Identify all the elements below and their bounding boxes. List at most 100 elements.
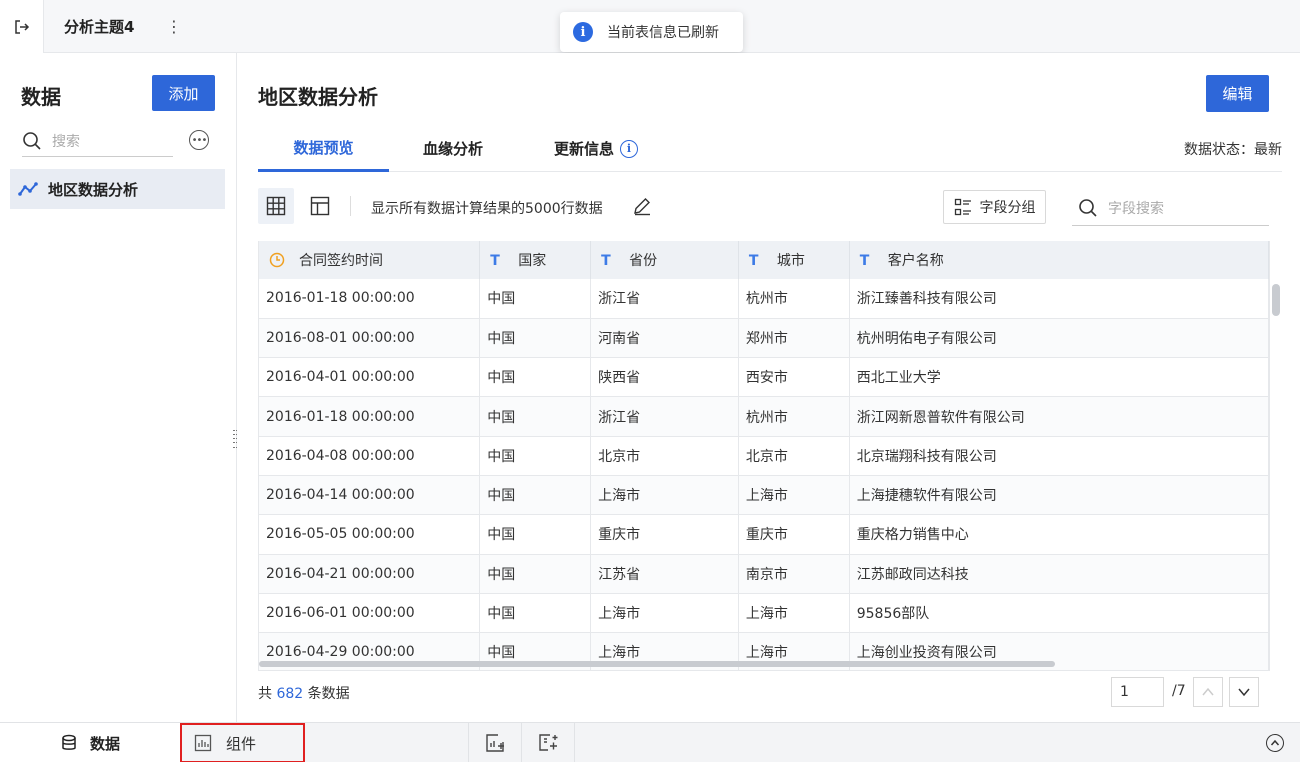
add-widget-button[interactable]: [522, 723, 574, 762]
field-group-button[interactable]: 字段分组: [943, 190, 1046, 224]
more-menu-button[interactable]: ⋮: [164, 14, 184, 38]
table-cell: 2016-08-01 00:00:00: [259, 318, 481, 359]
table-cell: 中国: [479, 593, 592, 634]
table-cell: 2016-04-21 00:00:00: [259, 554, 481, 594]
bottom-bar: 数据 组件: [0, 722, 1300, 762]
exit-icon: [14, 19, 29, 34]
text-type-icon: T: [748, 253, 759, 269]
top-bar: 分析主题4 ⋮ i 当前表信息已刷新: [0, 0, 1300, 53]
table-header-row: 合同签约时间 T 国家 T 省份 T 城市 T 客户名称: [259, 241, 1269, 279]
pencil-icon[interactable]: [632, 196, 652, 216]
sidebar-search-input[interactable]: 搜索: [22, 125, 173, 157]
column-label: 国家: [518, 253, 547, 269]
table-row: 2016-05-05 00:00:00 中国 重庆市 重庆市 重庆格力销售中心: [259, 514, 1269, 555]
table-cell: 中国: [479, 436, 592, 476]
table-cell: 浙江臻善科技有限公司: [849, 279, 1269, 319]
tab-data-preview[interactable]: 数据预览: [258, 125, 389, 172]
table-cell: 中国: [479, 514, 592, 555]
table-cell: 重庆格力销售中心: [849, 514, 1269, 555]
toast-message: 当前表信息已刷新: [607, 25, 719, 41]
data-table: 合同签约时间 T 国家 T 省份 T 城市 T 客户名称 2016-01-18 00:0…: [258, 241, 1270, 671]
bottom-tab-data[interactable]: 数据: [0, 723, 180, 762]
table-cell: 浙江网新恩普软件有限公司: [849, 396, 1269, 437]
column-header[interactable]: T 省份: [590, 241, 739, 279]
info-icon: i: [573, 22, 593, 42]
table-cell: 中国: [479, 396, 592, 437]
page-total: /7: [1172, 683, 1186, 699]
tab-lineage-analysis[interactable]: 血缘分析: [423, 125, 483, 172]
tab-bar: 数据预览 血缘分析 更新信息 i 数据状态：最新: [258, 125, 1282, 172]
add-chart-button[interactable]: [469, 723, 521, 762]
vertical-scrollbar[interactable]: [1272, 282, 1280, 671]
data-status: 数据状态：最新: [1184, 142, 1282, 158]
table-cell: 陕西省: [590, 357, 739, 398]
table-cell: 2016-04-14 00:00:00: [259, 475, 481, 516]
page-number-input[interactable]: 1: [1111, 677, 1164, 707]
column-header[interactable]: T 客户名称: [849, 241, 1269, 279]
table-row: 2016-01-18 00:00:00 中国 浙江省 杭州市 浙江网新恩普软件有限公司: [259, 396, 1269, 437]
grid-view-button[interactable]: [258, 188, 294, 224]
chevron-up-icon: [1270, 739, 1280, 746]
edit-button[interactable]: 编辑: [1206, 75, 1269, 112]
sidebar-item-label: 地区数据分析: [48, 180, 139, 199]
table-cell: 北京瑞翔科技有限公司: [849, 436, 1269, 476]
scrollbar-thumb[interactable]: [1272, 284, 1280, 316]
database-icon: [62, 734, 76, 750]
more-options-icon[interactable]: •••: [189, 130, 209, 150]
tab-update-info[interactable]: 更新信息 i: [554, 125, 639, 172]
row-count: 共 682 条数据: [258, 683, 350, 703]
table-cell: 杭州市: [738, 279, 850, 319]
column-header[interactable]: 合同签约时间: [259, 241, 481, 279]
field-group-label: 字段分组: [979, 200, 1036, 216]
toast-notification: i 当前表信息已刷新: [560, 12, 743, 52]
next-page-button[interactable]: [1229, 677, 1259, 707]
layout-view-button[interactable]: [302, 188, 338, 224]
table-cell: 2016-05-05 00:00:00: [259, 514, 481, 555]
table-cell: 上海捷穗软件有限公司: [849, 475, 1269, 516]
add-data-button[interactable]: 添加: [152, 75, 215, 111]
table-cell: 上海市: [590, 593, 739, 634]
table-cell: 中国: [479, 279, 592, 319]
tab-label: 血缘分析: [423, 140, 484, 158]
table-cell: 上海市: [738, 475, 850, 516]
table-cell: 中国: [479, 318, 592, 359]
table-cell: 浙江省: [590, 279, 739, 319]
table-cell: 西北工业大学: [849, 357, 1269, 398]
column-label: 客户名称: [887, 253, 944, 269]
bottom-tab-component[interactable]: 组件: [180, 723, 305, 762]
collapse-panel-button[interactable]: [1266, 734, 1284, 752]
row-limit-description: 显示所有数据计算结果的5000行数据: [371, 201, 603, 217]
table-cell: 北京市: [590, 436, 739, 476]
column-header[interactable]: T 城市: [738, 241, 850, 279]
toolbar-divider: [350, 196, 351, 216]
search-placeholder: 搜索: [52, 133, 80, 150]
table-toolbar: 显示所有数据计算结果的5000行数据 字段分组 字段搜索: [258, 188, 1270, 226]
layout-icon: [310, 196, 330, 216]
chevron-down-icon: [1238, 688, 1250, 697]
field-search-input[interactable]: 字段搜索: [1072, 190, 1269, 226]
table-cell: 重庆市: [590, 514, 739, 555]
horizontal-scrollbar[interactable]: [259, 659, 1269, 669]
column-label: 省份: [629, 253, 658, 269]
exit-button[interactable]: [0, 0, 44, 53]
clock-icon: [269, 252, 285, 268]
bar-chart-icon: [194, 734, 212, 752]
table-row: 2016-04-21 00:00:00 中国 江苏省 南京市 江苏邮政同达科技: [259, 554, 1269, 594]
table-cell: 江苏省: [590, 554, 739, 594]
column-header[interactable]: T 国家: [479, 241, 592, 279]
column-label: 城市: [776, 253, 805, 269]
table-cell: 上海市: [590, 475, 739, 516]
scrollbar-thumb[interactable]: [259, 661, 1055, 667]
table-row: 2016-04-14 00:00:00 中国 上海市 上海市 上海捷穗软件有限公司: [259, 475, 1269, 516]
search-icon: [23, 131, 41, 150]
grid-icon: [266, 196, 286, 216]
table-cell: 中国: [479, 357, 592, 398]
info-icon[interactable]: i: [620, 139, 639, 158]
sidebar-item-region-analysis[interactable]: 地区数据分析: [10, 169, 225, 209]
table-cell: 2016-04-08 00:00:00: [259, 436, 481, 476]
prev-page-button[interactable]: [1193, 677, 1223, 707]
text-type-icon: T: [859, 253, 870, 269]
table-cell: 2016-01-18 00:00:00: [259, 396, 481, 437]
field-search-placeholder: 字段搜索: [1108, 200, 1164, 217]
text-type-icon: T: [490, 253, 500, 269]
